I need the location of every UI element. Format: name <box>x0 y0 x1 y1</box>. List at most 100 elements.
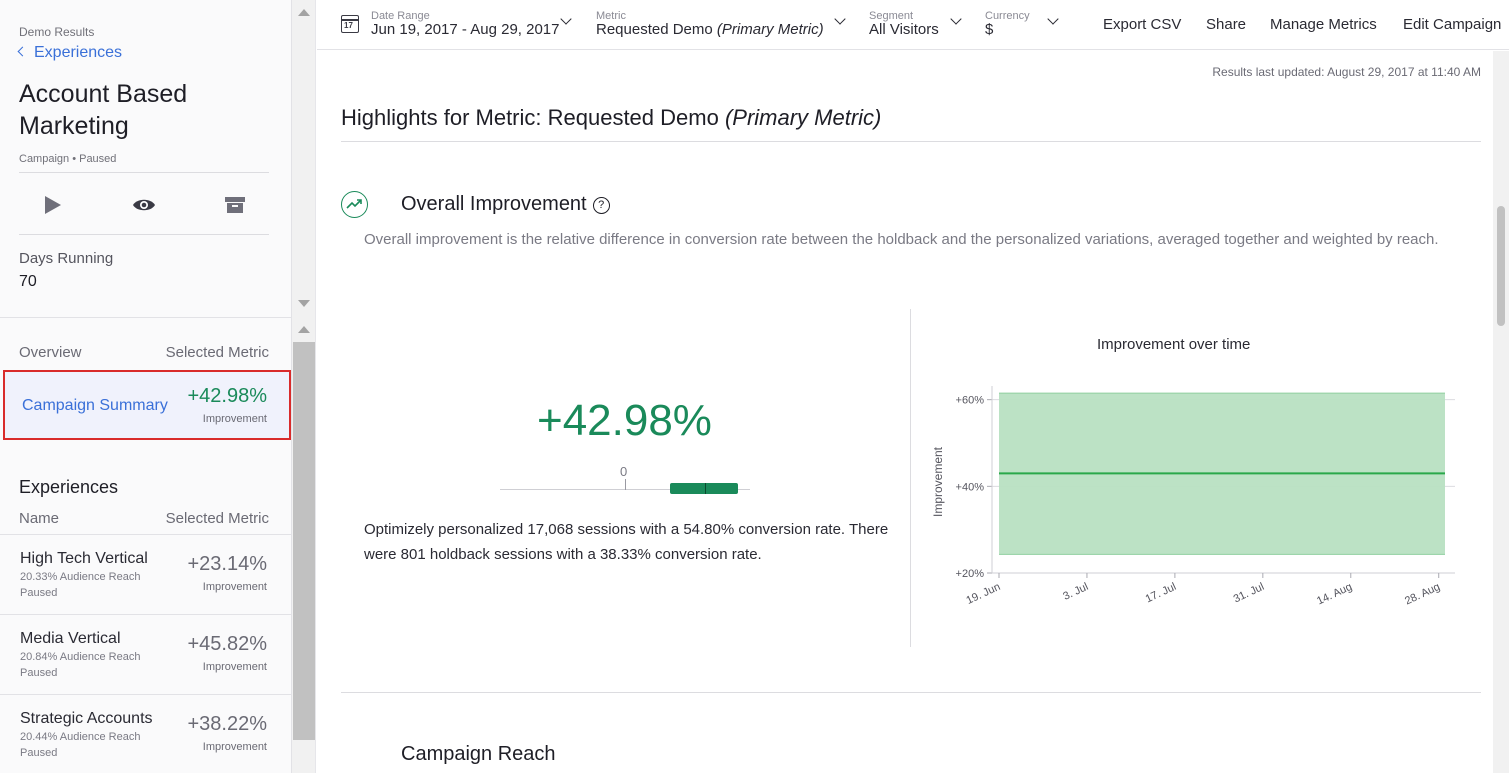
selected-metric-label: Selected Metric <box>165 510 269 527</box>
campaign-nav: Overview Selected Metric Campaign Summar… <box>0 319 291 773</box>
x-tick-label: 28. Aug <box>1403 581 1442 608</box>
divider <box>341 692 1481 693</box>
experience-list: High Tech Vertical 20.33% Audience Reach… <box>0 534 291 773</box>
date-range-value: Jun 19, 2017 - Aug 29, 2017 <box>371 21 560 38</box>
date-range-filter[interactable]: Date Range Jun 19, 2017 - Aug 29, 2017 <box>371 10 560 42</box>
zero-tick <box>625 479 626 490</box>
experience-sub: Improvement <box>202 741 267 753</box>
scroll-up-arrow-icon[interactable] <box>298 9 310 16</box>
x-tick-label: 14. Aug <box>1315 581 1354 608</box>
chart-title: Improvement over time <box>1097 336 1251 353</box>
experience-reach: 20.33% Audience Reach <box>20 571 141 583</box>
chevron-down-icon[interactable] <box>834 13 846 25</box>
experience-name: Strategic Accounts <box>20 710 153 727</box>
overall-improvement-title: Overall Improvement? <box>401 193 610 216</box>
scrollbar-thumb[interactable] <box>293 342 315 740</box>
campaign-header-panel: Demo Results Experiences Account Based M… <box>0 0 291 318</box>
sidebar-scrollbar[interactable] <box>292 0 316 773</box>
experience-item-strategic-accounts[interactable]: Strategic Accounts 20.44% Audience Reach… <box>0 694 291 773</box>
overview-header: Overview Selected Metric <box>19 344 269 361</box>
experience-reach: 20.84% Audience Reach <box>20 651 141 663</box>
experience-value: +38.22% <box>187 713 267 735</box>
currency-value: $ <box>985 21 994 38</box>
experience-item-media-vertical[interactable]: Media Vertical 20.84% Audience Reach Pau… <box>0 614 291 694</box>
zero-label: 0 <box>620 464 628 479</box>
experience-name: Media Vertical <box>20 630 121 647</box>
experience-status: Paused <box>20 587 58 599</box>
breadcrumb: Demo Results <box>19 25 95 39</box>
campaign-reach-title: Campaign Reach <box>401 743 556 765</box>
main-scrollbar[interactable] <box>1493 51 1509 773</box>
days-running-label: Days Running <box>19 250 114 267</box>
experiences-header: Name Selected Metric <box>19 510 269 527</box>
export-csv-button[interactable]: Export CSV <box>1103 16 1181 33</box>
results-toolbar: 17 Date Range Jun 19, 2017 - Aug 29, 201… <box>317 0 1509 50</box>
sessions-summary: Optimizely personalized 17,068 sessions … <box>364 521 889 563</box>
experience-status: Paused <box>20 747 58 759</box>
x-tick-label: 17. Jul <box>1144 581 1178 606</box>
share-button[interactable]: Share <box>1206 16 1246 33</box>
experience-sub: Improvement <box>202 661 267 673</box>
back-to-experiences-link[interactable]: Experiences <box>17 44 123 62</box>
experience-status: Paused <box>20 667 58 679</box>
scroll-up-arrow-icon[interactable] <box>298 326 310 333</box>
chevron-down-icon[interactable] <box>950 13 962 25</box>
campaign-summary-item[interactable]: Campaign Summary +42.98% Improvement <box>3 370 291 440</box>
divider <box>19 172 269 173</box>
name-label: Name <box>19 510 60 527</box>
segment-filter[interactable]: Segment All Visitors <box>869 10 939 42</box>
help-icon[interactable]: ? <box>592 197 610 214</box>
scroll-down-arrow-icon[interactable] <box>298 300 310 307</box>
x-tick-label: 19. Jun <box>964 581 1002 607</box>
highlights-title: Highlights for Metric: Requested Demo (P… <box>341 105 882 130</box>
selected-metric-label: Selected Metric <box>165 344 269 361</box>
edit-campaign-button[interactable]: Edit Campaign <box>1403 16 1501 33</box>
play-icon <box>45 196 61 214</box>
segment-value: All Visitors <box>869 21 939 38</box>
confidence-interval-marker <box>705 483 706 494</box>
overall-improvement-value: +42.98% <box>537 396 712 445</box>
campaign-meta: Campaign • Paused <box>19 153 117 165</box>
days-running-value: 70 <box>19 273 37 290</box>
experience-value: +45.82% <box>187 633 267 655</box>
trending-up-icon <box>341 191 368 218</box>
manage-metrics-button[interactable]: Manage Metrics <box>1270 16 1377 33</box>
preview-button[interactable] <box>124 190 164 220</box>
archive-icon <box>225 197 245 213</box>
experience-value: +23.14% <box>187 553 267 575</box>
y-tick-label: +20% <box>956 568 985 580</box>
back-link-label: Experiences <box>34 44 123 61</box>
metric-filter[interactable]: Metric Requested Demo (Primary Metric) <box>596 10 824 42</box>
metric-value: Requested Demo (Primary Metric) <box>596 21 824 38</box>
x-tick-label: 3. Jul <box>1061 581 1090 603</box>
play-button[interactable] <box>33 190 73 220</box>
experience-sub: Improvement <box>202 581 267 593</box>
campaign-actions <box>19 190 269 220</box>
y-tick-label: +60% <box>956 395 985 407</box>
experience-name: High Tech Vertical <box>20 550 148 567</box>
confidence-interval-bar <box>670 483 738 494</box>
campaign-title: Account Based Marketing <box>19 80 188 140</box>
chevron-down-icon[interactable] <box>1047 13 1059 25</box>
archive-button[interactable] <box>215 190 255 220</box>
experience-reach: 20.44% Audience Reach <box>20 731 141 743</box>
currency-filter[interactable]: Currency $ <box>985 10 1030 42</box>
y-axis-label: Improvement <box>931 446 945 517</box>
campaign-summary-value: +42.98% <box>187 385 267 407</box>
scrollbar-thumb[interactable] <box>1497 206 1505 326</box>
experience-item-high-tech-vertical[interactable]: High Tech Vertical 20.33% Audience Reach… <box>0 534 291 614</box>
eye-icon <box>133 199 155 211</box>
campaign-summary-sub: Improvement <box>202 413 267 425</box>
results-main: Results last updated: August 29, 2017 at… <box>317 51 1493 773</box>
campaign-sidebar: Demo Results Experiences Account Based M… <box>0 0 292 773</box>
divider <box>19 234 269 235</box>
results-updated-timestamp: Results last updated: August 29, 2017 at… <box>1212 65 1481 79</box>
experiences-title: Experiences <box>19 477 119 497</box>
x-tick-label: 31. Jul <box>1232 581 1266 606</box>
overview-label: Overview <box>19 344 82 361</box>
divider <box>341 141 1481 142</box>
chevron-left-icon <box>17 46 28 57</box>
chevron-down-icon[interactable] <box>560 13 572 25</box>
calendar-icon: 17 <box>341 15 359 33</box>
campaign-summary-label: Campaign Summary <box>22 397 168 414</box>
